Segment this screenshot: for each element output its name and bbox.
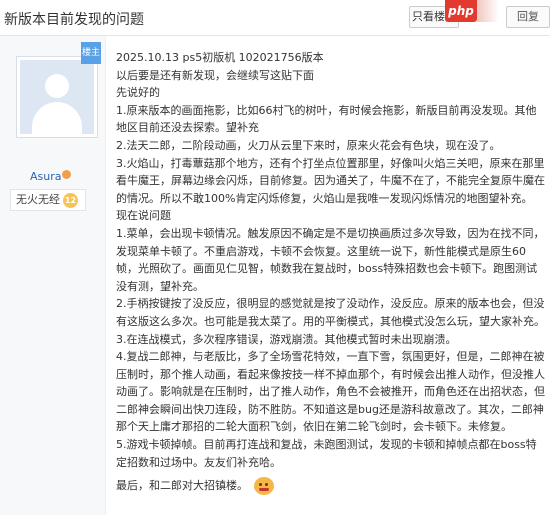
- reply-button[interactable]: 回复: [506, 6, 550, 28]
- username-link[interactable]: Asura: [30, 170, 62, 183]
- post-line: 2025.10.13 ps5初版机 102021756版本: [116, 51, 324, 64]
- php-logo-text: php: [448, 4, 474, 18]
- level-box: 无火无经 12: [10, 189, 86, 211]
- post-line: 5.游戏卡顿掉帧。目前再打连战和复战，未跑图测试，发现的卡顿和掉帧点都在boss…: [116, 438, 537, 469]
- post-line: 先说好的: [116, 86, 160, 100]
- level-badge: 12: [63, 193, 78, 208]
- angry-face-emoji-icon: [254, 477, 274, 496]
- php-logo-tail: [477, 0, 499, 22]
- php-logo: php: [445, 0, 499, 22]
- post-last-text: 最后，和二郎对大招镇楼。: [116, 479, 248, 493]
- level-name: 无火无经: [16, 193, 60, 206]
- page-title: 新版本目前发现的问题: [4, 12, 144, 28]
- post-line: 3.在连战模式，多次程序错误，游戏崩溃。其他模式暂时未出现崩溃。: [116, 332, 457, 346]
- post-line: 1.菜单，会出现卡顿情况。触发原因不确定是不是切换画质过多次导致，因为在找不同，…: [116, 226, 545, 293]
- post-line: 2.手柄按键按了没反应，很明显的感觉就是按了没动作，没反应。原来的版本也会，但没…: [116, 297, 545, 328]
- post-header: 新版本目前发现的问题 只看楼主 php 回复: [0, 0, 550, 36]
- post-line: 3.火焰山，打毒蕈菇那个地方，还有个打坐点位置那里，好像叫火焰三关吧，原来在那里…: [116, 156, 545, 205]
- post-line: 以后要是还有新发现，会继续写这贴下面: [116, 68, 314, 82]
- avatar-body-shape: [32, 102, 82, 134]
- post-content: 2025.10.13 ps5初版机 102021756版本 以后要是还有新发现，…: [116, 49, 546, 496]
- mail-icon[interactable]: [62, 170, 71, 179]
- avatar-placeholder: [20, 60, 94, 134]
- avatar[interactable]: [16, 56, 98, 138]
- post-line: 2.法天二郎，二阶段动画，火刀从云里下来时，原来火花会有色块，现在没了。: [116, 138, 501, 152]
- post-line: 4.复战二郎神，与老版比，多了全场雪花特效，一直下雪，氛围更好，但是，二郎神在被…: [116, 350, 545, 434]
- author-sidebar: 楼主 Asura 无火无经 12: [0, 36, 106, 515]
- post-line: 现在说问题: [116, 209, 171, 223]
- avatar-head-shape: [45, 74, 69, 98]
- post-line: 1.原来版本的画面拖影，比如66村飞的树叶，有时候会拖影，新版目前再没发现。其他…: [116, 103, 537, 135]
- post-last-line: 最后，和二郎对大招镇楼。: [116, 477, 546, 496]
- louzhu-tag: 楼主: [81, 42, 101, 64]
